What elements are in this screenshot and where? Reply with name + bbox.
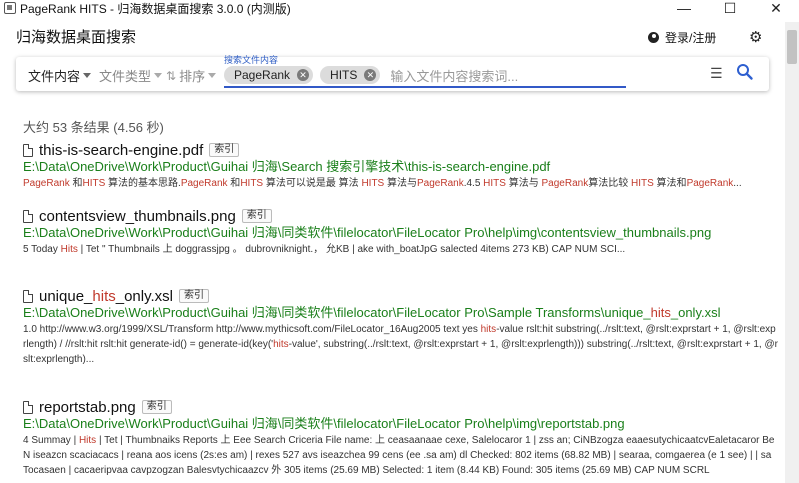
file-icon: [23, 209, 33, 223]
search-placeholder[interactable]: 输入文件内容搜索词...: [390, 66, 518, 85]
index-badge: 索引: [141, 400, 172, 414]
search-bar: 文件内容 文件类型 ⇅ 排序 搜索文件内容 PageRank ✕ HITS ✕ …: [16, 55, 769, 91]
result-title-text[interactable]: this-is-search-engine.pdf: [39, 142, 203, 159]
app-icon: [4, 2, 16, 14]
search-icon[interactable]: [736, 63, 754, 86]
result-path[interactable]: E:\Data\OneDrive\Work\Product\Guihai 归海\…: [23, 417, 743, 431]
result-title-text[interactable]: unique_: [39, 288, 92, 305]
filter-type-label: 文件类型: [99, 69, 152, 84]
result-title[interactable]: unique_ hits _only.xsl 索引: [23, 287, 783, 305]
list-icon[interactable]: ☰: [710, 65, 723, 82]
index-badge: 索引: [209, 143, 240, 157]
user-circle-icon: [648, 32, 659, 43]
chip-label: HITS: [330, 68, 358, 82]
window-controls: — ☐ ✕: [661, 0, 799, 16]
sort-label: 排序: [179, 69, 206, 84]
close-icon[interactable]: ✕: [297, 69, 310, 81]
result-item: this-is-search-engine.pdf 索引 E:\Data\One…: [23, 141, 783, 191]
search-input[interactable]: PageRank ✕ HITS ✕ 输入文件内容搜索词...: [224, 64, 626, 88]
login-button[interactable]: 登录/注册: [648, 29, 716, 46]
result-snippet: PageRank 和HITS 算法的基本思路.PageRank 和HITS 算法…: [23, 178, 742, 189]
file-icon: [23, 400, 33, 414]
app-name: 归海数据桌面搜索: [16, 29, 137, 46]
chevron-down-icon: [83, 73, 92, 78]
results-scrollbar[interactable]: [785, 22, 799, 483]
close-button[interactable]: ✕: [753, 0, 799, 16]
index-badge: 索引: [178, 289, 209, 303]
filter-content-dropdown[interactable]: 文件内容: [28, 66, 92, 85]
result-title[interactable]: reportstab.png 索引: [23, 398, 783, 416]
window-titlebar: PageRank HITS - 归海数据桌面搜索 3.0.0 (内测版) — ☐…: [0, 0, 799, 16]
index-badge: 索引: [241, 209, 272, 223]
result-item: contentsview_thumbnails.png 索引 E:\Data\O…: [23, 207, 783, 257]
sort-dropdown[interactable]: ⇅ 排序: [166, 66, 217, 85]
result-snippet: 4 Summay | Hits | Tet | Thumbnaiks Repor…: [23, 435, 775, 476]
filter-content-label: 文件内容: [28, 69, 81, 84]
scrollbar-thumb[interactable]: [787, 30, 797, 64]
login-label: 登录/注册: [665, 31, 717, 45]
result-summary: 大约 53 条结果 (4.56 秒): [23, 120, 164, 135]
result-path[interactable]: E:\Data\OneDrive\Work\Product\Guihai 归海\…: [23, 306, 743, 320]
maximize-button[interactable]: ☐: [707, 0, 753, 16]
minimize-button[interactable]: —: [661, 0, 707, 16]
app-header: 归海数据桌面搜索 登录/注册 ⚙: [0, 22, 785, 52]
result-snippet: 5 Today Hits | Tet " Thumbnails 上 doggra…: [23, 244, 626, 255]
search-chip[interactable]: PageRank ✕: [224, 66, 314, 84]
close-icon[interactable]: ✕: [364, 69, 377, 81]
result-path[interactable]: E:\Data\OneDrive\Work\Product\Guihai 归海\…: [23, 226, 743, 240]
result-snippet: 1.0 http://www.w3.org/1999/XSL/Transform…: [23, 324, 778, 365]
result-title-text-end[interactable]: _only.xsl: [116, 288, 173, 305]
file-icon: [23, 143, 33, 157]
result-title[interactable]: contentsview_thumbnails.png 索引: [23, 207, 783, 225]
result-title-text[interactable]: reportstab.png: [39, 399, 136, 416]
gear-icon[interactable]: ⚙: [749, 28, 762, 46]
chevron-down-icon: [208, 73, 217, 78]
chevron-down-icon: [154, 73, 163, 78]
result-item: unique_ hits _only.xsl 索引 E:\Data\OneDrive…: [23, 287, 783, 367]
file-icon: [23, 289, 33, 303]
chip-label: PageRank: [234, 68, 291, 82]
search-chip[interactable]: HITS ✕: [320, 66, 381, 84]
result-title[interactable]: this-is-search-engine.pdf 索引: [23, 141, 783, 159]
result-title-highlight[interactable]: hits: [92, 288, 115, 305]
result-path[interactable]: E:\Data\OneDrive\Work\Product\Guihai 归海\…: [23, 160, 743, 174]
window-title: PageRank HITS - 归海数据桌面搜索 3.0.0 (内测版): [20, 1, 291, 16]
sort-icon: ⇅: [166, 68, 177, 83]
result-item: reportstab.png 索引 E:\Data\OneDrive\Work\…: [23, 398, 783, 478]
result-title-text[interactable]: contentsview_thumbnails.png: [39, 208, 236, 225]
filter-type-dropdown[interactable]: 文件类型: [99, 66, 163, 85]
